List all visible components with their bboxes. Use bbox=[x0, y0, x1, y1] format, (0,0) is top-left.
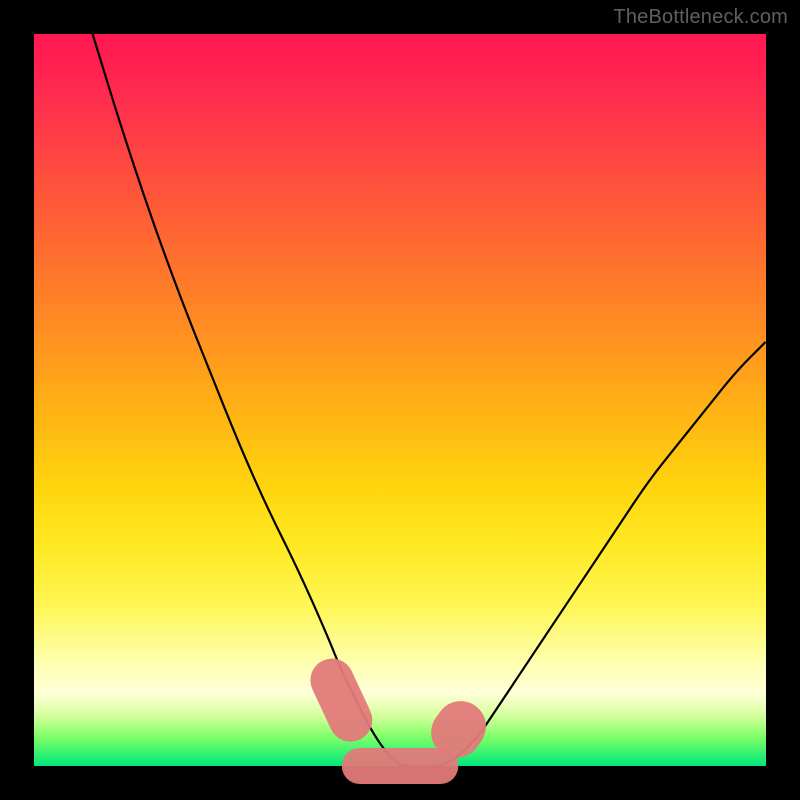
outer-frame: TheBottleneck.com bbox=[0, 0, 800, 800]
left-descent-blob bbox=[303, 651, 379, 748]
watermark-text: TheBottleneck.com bbox=[613, 6, 788, 29]
chart-svg bbox=[34, 34, 766, 766]
bottleneck-curve bbox=[93, 34, 766, 766]
plot-area bbox=[34, 34, 766, 766]
trough-marker-group bbox=[303, 651, 496, 784]
bottom-flat-blob bbox=[342, 748, 459, 784]
